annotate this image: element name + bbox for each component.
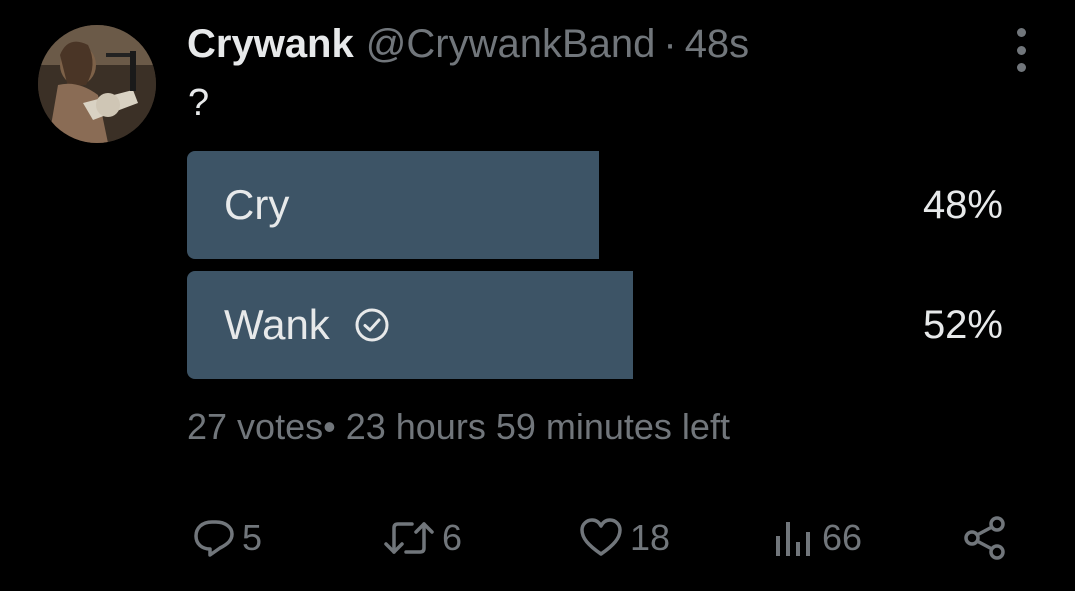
tweet-header: Crywank @CrywankBand · 48s [187, 22, 749, 66]
poll-meta: 27 votes• 23 hours 59 minutes left [187, 406, 730, 448]
poll-percentage: 48% [922, 182, 1003, 227]
views-count: 66 [822, 517, 863, 558]
poll-time-left: 23 hours 59 minutes left [345, 406, 730, 447]
views-button[interactable]: 66 [772, 510, 862, 566]
display-name[interactable]: Crywank [187, 22, 354, 67]
retweet-icon [384, 522, 434, 554]
reply-icon [194, 520, 234, 557]
avatar[interactable] [38, 25, 156, 143]
avatar-image [38, 25, 156, 143]
heart-icon [580, 518, 622, 556]
tweet-text: ? [188, 82, 210, 124]
poll-meta-separator: • [323, 406, 336, 447]
like-count: 18 [630, 517, 671, 558]
header-separator: · [663, 22, 677, 66]
user-handle[interactable]: @CrywankBand [366, 22, 656, 67]
poll-option-text: Wank [224, 301, 330, 348]
reply-button[interactable]: 5 [192, 510, 262, 566]
share-icon [964, 516, 1005, 560]
check-circle-icon [355, 308, 389, 342]
more-vertical-icon[interactable] [1008, 28, 1034, 72]
poll-percentage: 52% [922, 302, 1003, 347]
like-button[interactable]: 18 [578, 510, 670, 566]
timestamp[interactable]: 48s [685, 22, 750, 67]
poll-option-text: Cry [224, 181, 290, 228]
poll-option-wank[interactable]: Wank 52% [187, 271, 1003, 379]
vote-count: 27 votes [187, 406, 324, 447]
poll-option-label: Cry [224, 151, 289, 259]
retweet-count: 6 [442, 517, 463, 558]
views-icon [776, 522, 810, 556]
poll-option-label: Wank [224, 271, 390, 379]
share-button[interactable] [962, 510, 1008, 566]
retweet-button[interactable]: 6 [382, 510, 462, 566]
reply-count: 5 [242, 517, 263, 558]
poll-option-cry[interactable]: Cry 48% [187, 151, 1003, 259]
action-bar: 5 6 18 66 [0, 510, 1075, 566]
